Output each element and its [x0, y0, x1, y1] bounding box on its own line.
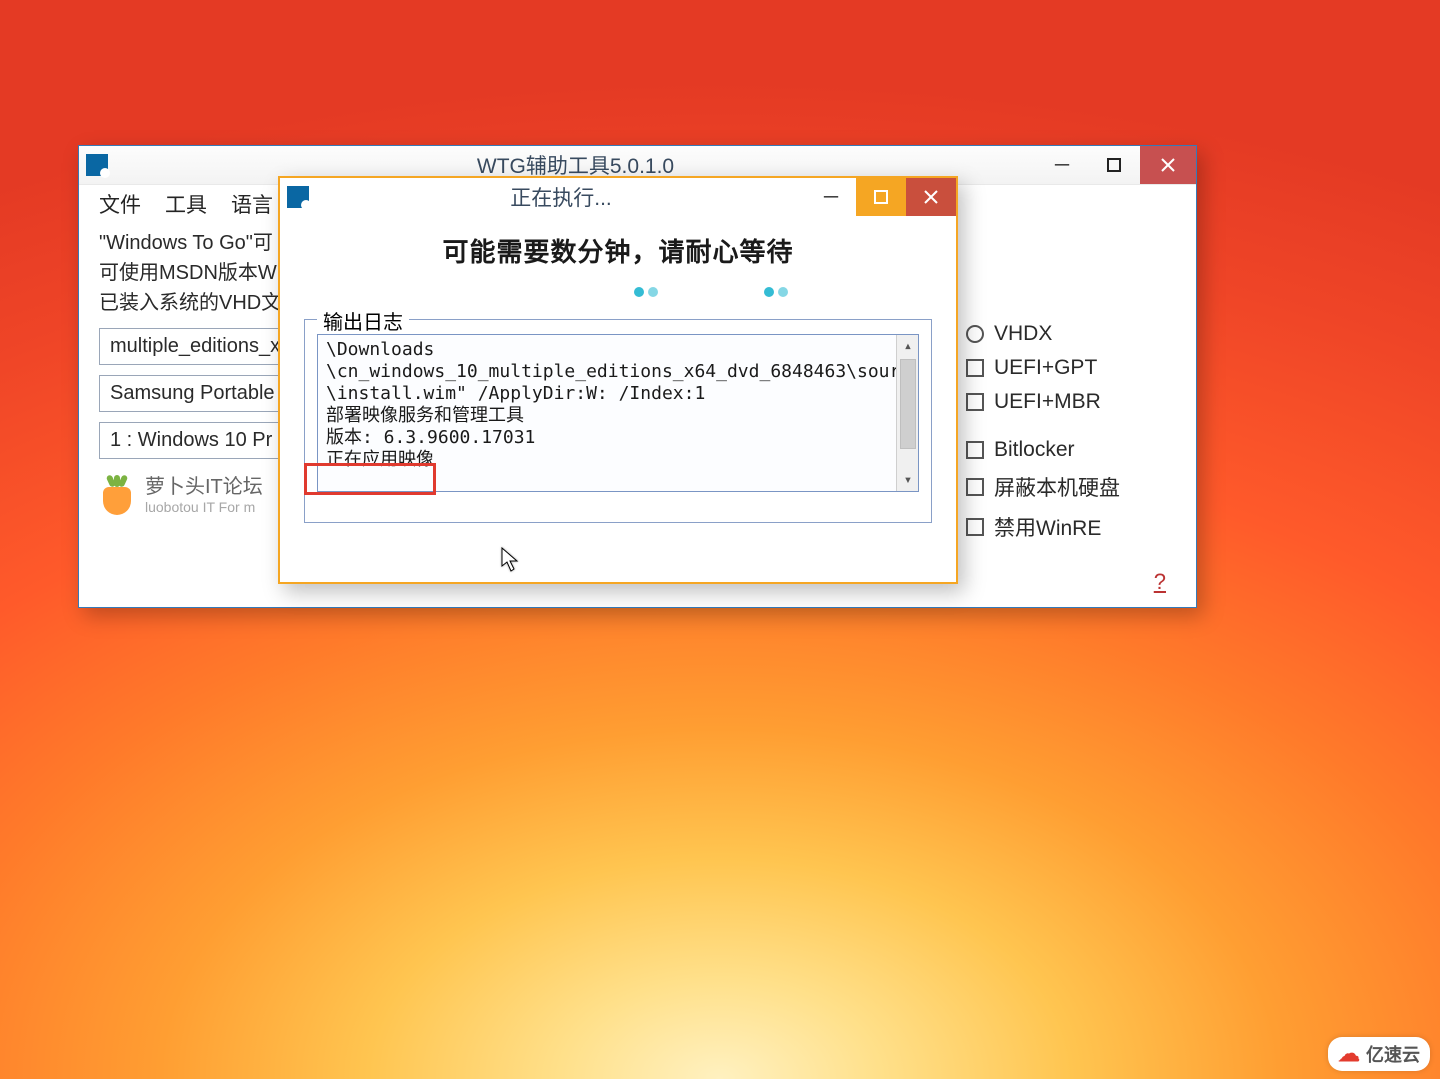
log-scrollbar[interactable]: ▴ ▾ [896, 335, 918, 491]
dialog-titlebar[interactable]: 正在执行... ─ [280, 178, 956, 216]
carrot-icon [99, 479, 135, 515]
options-panel: VHDX UEFI+GPT UEFI+MBR Bitlocker 屏蔽本机硬盘 … [966, 322, 1176, 552]
dialog-maximize-button[interactable] [856, 178, 906, 216]
dialog-minimize-button[interactable]: ─ [806, 178, 856, 216]
opt-uefi-gpt[interactable]: UEFI+GPT [966, 356, 1176, 380]
progress-indicator [304, 287, 932, 301]
dialog-title: 正在执行... [316, 182, 806, 212]
scroll-thumb[interactable] [900, 359, 916, 449]
maximize-button[interactable] [1088, 146, 1140, 184]
scroll-up-icon[interactable]: ▴ [897, 335, 919, 357]
opt-disable-winre[interactable]: 禁用WinRE [966, 512, 1176, 542]
progress-dialog: 正在执行... ─ 可能需要数分钟，请耐心等待 输出日志 \Downloads … [278, 176, 958, 584]
log-legend: 输出日志 [317, 306, 409, 335]
watermark-text: 亿速云 [1366, 1041, 1420, 1067]
opt-uefi-mbr[interactable]: UEFI+MBR [966, 390, 1176, 414]
edition-field[interactable]: 1 : Windows 10 Pr [99, 422, 299, 459]
scroll-down-icon[interactable]: ▾ [897, 469, 919, 491]
help-link[interactable]: ? [1154, 569, 1166, 595]
opt-bitlocker[interactable]: Bitlocker [966, 438, 1176, 462]
opt-vhdx[interactable]: VHDX [966, 322, 1176, 346]
menu-file[interactable]: 文件 [99, 189, 141, 219]
image-path-field[interactable]: multiple_editions_x [99, 328, 299, 365]
drive-field[interactable]: Samsung Portable [99, 375, 299, 412]
menu-language[interactable]: 语言 [231, 189, 273, 219]
close-button[interactable] [1140, 146, 1196, 184]
menu-tools[interactable]: 工具 [165, 189, 207, 219]
desktop-background: WTG辅助工具5.0.1.0 ─ 文件 工具 语言 "Windows To Go… [0, 0, 1440, 1079]
minimize-button[interactable]: ─ [1036, 146, 1088, 184]
log-output[interactable]: \Downloads \cn_windows_10_multiple_editi… [317, 334, 919, 492]
forum-sub: luobotou IT For m [145, 497, 263, 517]
dialog-body: 可能需要数分钟，请耐心等待 输出日志 \Downloads \cn_window… [280, 216, 956, 533]
app-icon [79, 154, 115, 176]
opt-block-local[interactable]: 屏蔽本机硬盘 [966, 472, 1176, 502]
log-groupbox: 输出日志 \Downloads \cn_windows_10_multiple_… [304, 319, 932, 523]
wait-message: 可能需要数分钟，请耐心等待 [304, 232, 932, 269]
cloud-icon: ☁ [1338, 1041, 1360, 1067]
dialog-app-icon [280, 186, 316, 208]
dialog-close-button[interactable] [906, 178, 956, 216]
forum-name: 萝卜头IT论坛 [145, 477, 263, 497]
watermark: ☁ 亿速云 [1328, 1037, 1430, 1071]
